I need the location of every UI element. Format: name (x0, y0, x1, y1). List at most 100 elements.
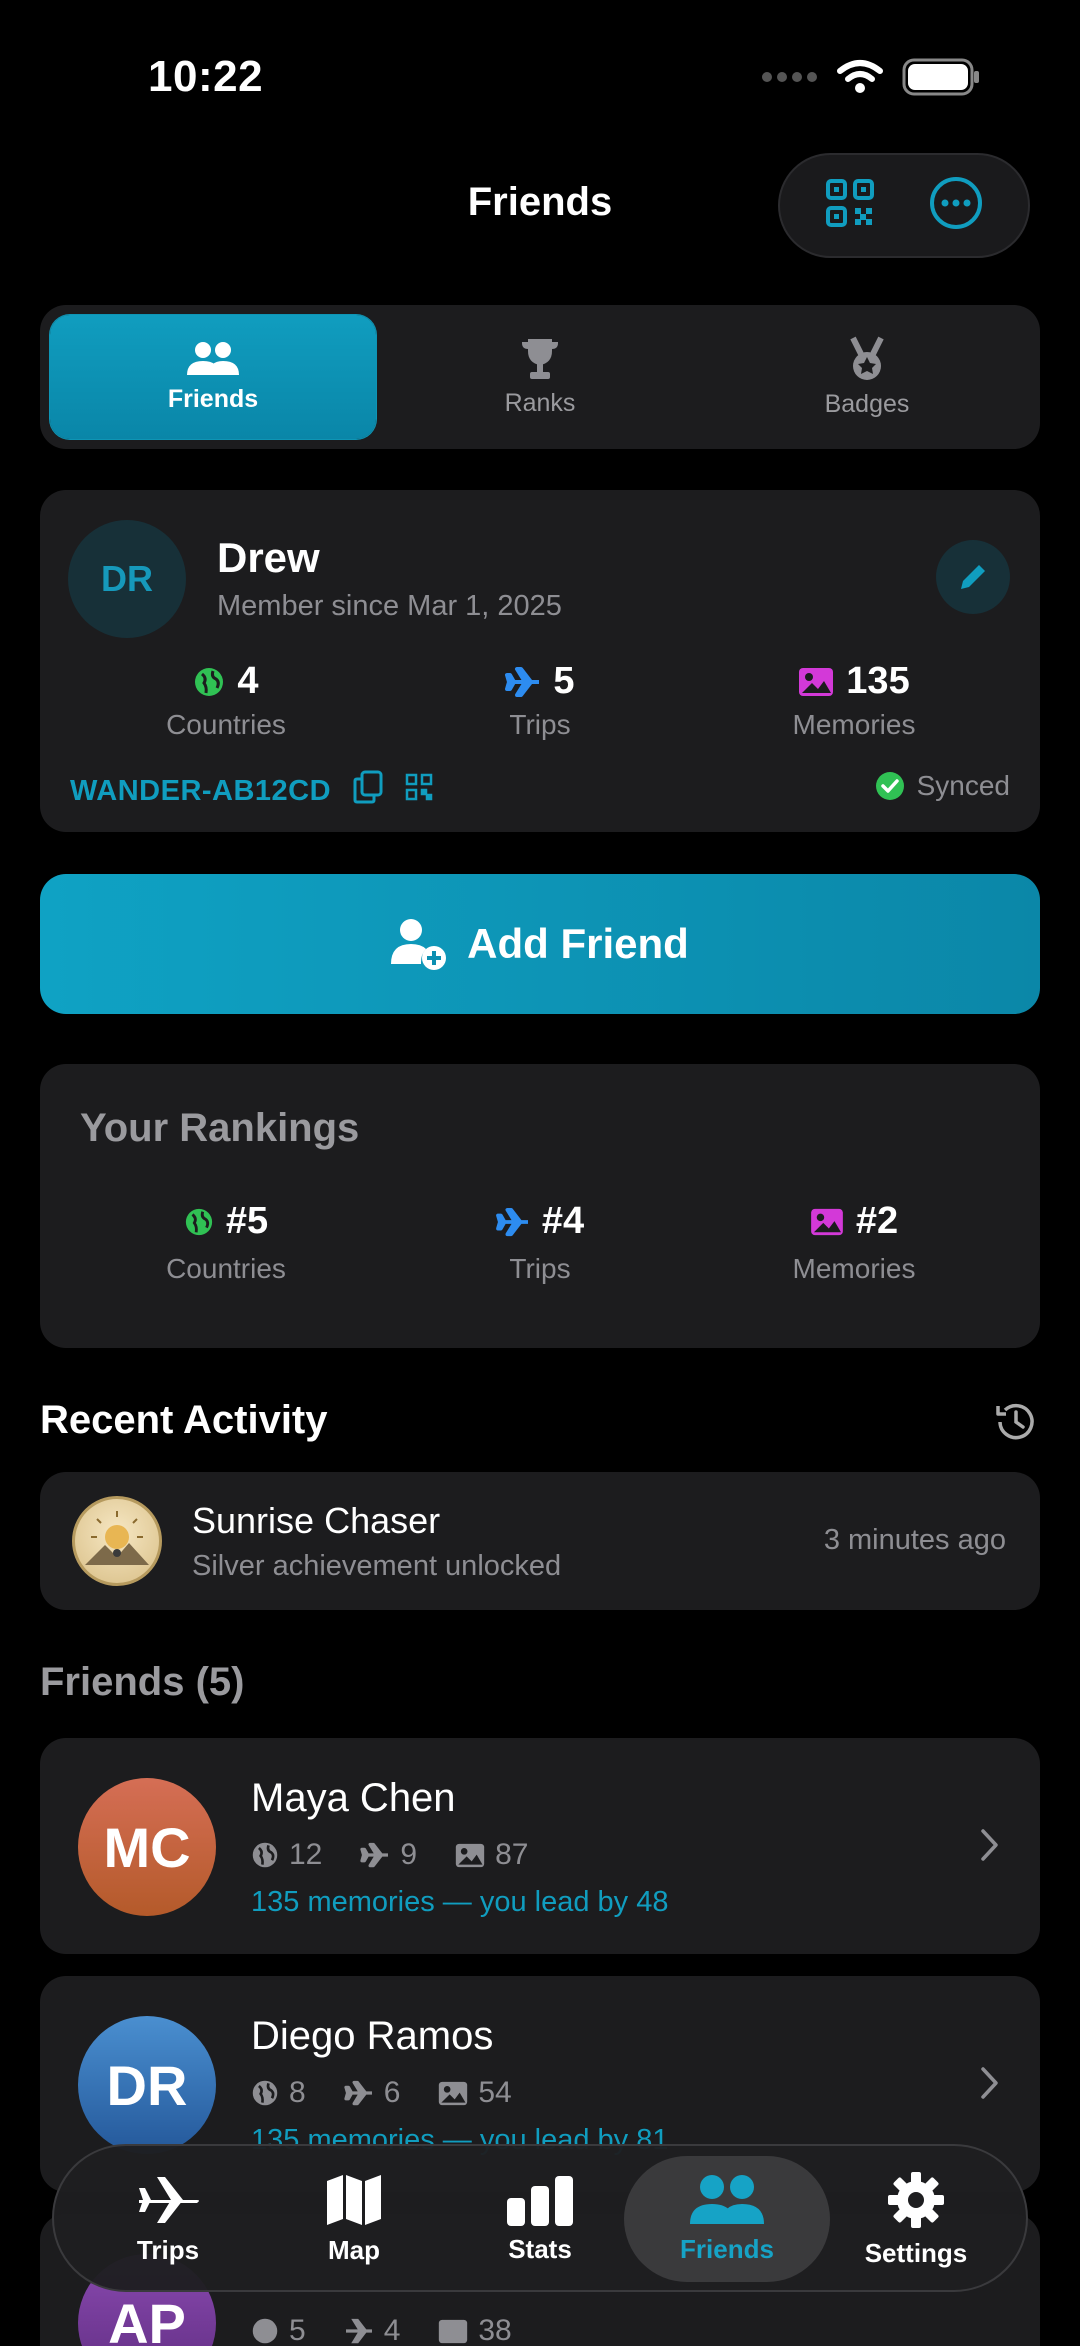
tab-ranks-label: Ranks (504, 388, 576, 417)
friend-code: WANDER-AB12CD (70, 770, 433, 812)
rankings-title: Your Rankings (80, 1106, 360, 1150)
friend-countries: 8 (289, 2076, 306, 2109)
airplane-icon (505, 666, 540, 697)
friend-stats: 12 9 87 (251, 1838, 528, 1872)
tabbar-trips[interactable]: Trips (78, 2156, 258, 2282)
rank-trips-label: Trips (509, 1253, 571, 1284)
history-button[interactable] (994, 1400, 1038, 1449)
globe-icon (195, 667, 224, 696)
friend-trips: 6 (383, 2076, 401, 2109)
tabbar-stats-label: Stats (508, 2233, 572, 2264)
history-icon (996, 1403, 1034, 1440)
trophy-icon (522, 338, 558, 379)
photo-icon (810, 1208, 843, 1235)
avatar: DR (68, 520, 186, 638)
stat-memories-label: Memories (792, 709, 916, 740)
friend-lead-text: 135 memories — you lead by 48 (251, 1886, 669, 1918)
tab-badges-label: Badges (824, 389, 910, 418)
friend-countries: 5 (289, 2314, 306, 2346)
people-icon (690, 2174, 764, 2224)
friend-stats: 5 4 38 (251, 2314, 512, 2346)
photo-icon (455, 1843, 485, 1867)
globe-icon (185, 1208, 212, 1235)
stat-trips: 5 Trips (410, 660, 670, 741)
header-actions (778, 153, 1030, 258)
more-button[interactable] (928, 175, 984, 236)
sync-status: Synced (875, 770, 1010, 802)
status-time: 10:22 (148, 52, 264, 101)
activity-item[interactable]: Sunrise Chaser Silver achievement unlock… (40, 1472, 1040, 1610)
medal-icon (850, 336, 884, 380)
tabbar-map[interactable]: Map (264, 2156, 444, 2282)
tab-badges[interactable]: Badges (704, 315, 1030, 439)
friend-memories: 87 (495, 1838, 529, 1871)
chart-icon (507, 2175, 573, 2226)
qr-code-button[interactable] (825, 178, 875, 233)
friend-stats: 8 6 54 (251, 2076, 512, 2110)
gear-icon (888, 2171, 944, 2228)
friends-list-title: Friends (5) (40, 1660, 245, 1704)
signal-icon (762, 72, 817, 82)
friend-countries: 12 (289, 1838, 323, 1871)
recent-activity-title: Recent Activity (40, 1398, 328, 1442)
rank-trips-value: #4 (541, 1200, 585, 1242)
stat-trips-value: 5 (553, 660, 575, 702)
photo-icon (799, 667, 834, 696)
achievement-badge-icon (72, 1496, 162, 1586)
tab-friends-label: Friends (167, 384, 259, 413)
chevron-right-icon (981, 1829, 998, 1861)
airplane-icon (495, 1207, 528, 1236)
tabbar-trips-label: Trips (136, 2234, 200, 2265)
more-icon (929, 177, 982, 229)
rank-memories-value: #2 (855, 1200, 899, 1242)
photo-icon (439, 2081, 468, 2105)
tabbar-stats[interactable]: Stats (450, 2156, 630, 2282)
tabbar-settings[interactable]: Settings (826, 2156, 1006, 2282)
segmented-control: Friends Ranks Badges (40, 305, 1040, 449)
airplane-icon (360, 1842, 389, 1868)
tabbar-map-label: Map (328, 2234, 380, 2265)
friend-trips: 9 (400, 1838, 418, 1871)
stat-countries: 4 Countries (96, 660, 356, 741)
tab-bar: Trips Map Stats Friends Settings (52, 2144, 1028, 2292)
edit-profile-button[interactable] (936, 540, 1010, 614)
airplane-icon (139, 2176, 199, 2223)
friend-avatar: MC (78, 1778, 216, 1916)
tab-friends[interactable]: Friends (50, 315, 376, 439)
rankings-card: Your Rankings #5 Countries #4 Trips #2 M… (40, 1064, 1040, 1348)
add-friend-button[interactable]: Add Friend (40, 874, 1040, 1014)
wifi-icon (837, 60, 883, 93)
friend-name: Diego Ramos (251, 2014, 494, 2058)
profile-card: DR Drew Member since Mar 1, 2025 4 Count… (40, 490, 1040, 832)
stat-memories-value: 135 (846, 660, 910, 702)
rank-countries-label: Countries (166, 1253, 286, 1284)
qr-code-icon (825, 179, 874, 227)
rank-memories-label: Memories (792, 1253, 916, 1284)
copy-code-button[interactable] (353, 770, 383, 812)
friend-code-text: WANDER-AB12CD (70, 774, 332, 807)
tabbar-friends[interactable]: Friends (624, 2156, 830, 2282)
photo-icon (439, 2319, 468, 2343)
activity-title: Sunrise Chaser (192, 1500, 441, 1541)
add-friend-label: Add Friend (467, 920, 689, 967)
tab-ranks[interactable]: Ranks (377, 315, 703, 439)
rank-trips: #4 Trips (410, 1200, 670, 1285)
status-icons (760, 58, 980, 96)
people-icon (187, 341, 239, 375)
activity-subtitle: Silver achievement unlocked (192, 1550, 562, 1582)
stat-trips-label: Trips (509, 709, 571, 740)
rank-countries: #5 Countries (96, 1200, 356, 1285)
globe-icon (252, 1842, 278, 1868)
show-qr-button[interactable] (405, 773, 433, 809)
qr-code-icon (405, 773, 433, 801)
activity-time: 3 minutes ago (823, 1524, 1006, 1556)
tabbar-settings-label: Settings (864, 2237, 968, 2268)
tabbar-friends-label: Friends (680, 2233, 774, 2264)
friend-row[interactable]: MC Maya Chen 12 9 87 135 memories — you … (40, 1738, 1040, 1954)
add-person-icon (391, 919, 447, 970)
chevron-right-icon (981, 2067, 998, 2099)
stat-countries-label: Countries (166, 709, 286, 740)
copy-icon (353, 770, 383, 804)
sync-status-label: Synced (916, 770, 1010, 801)
airplane-icon (344, 2080, 372, 2106)
